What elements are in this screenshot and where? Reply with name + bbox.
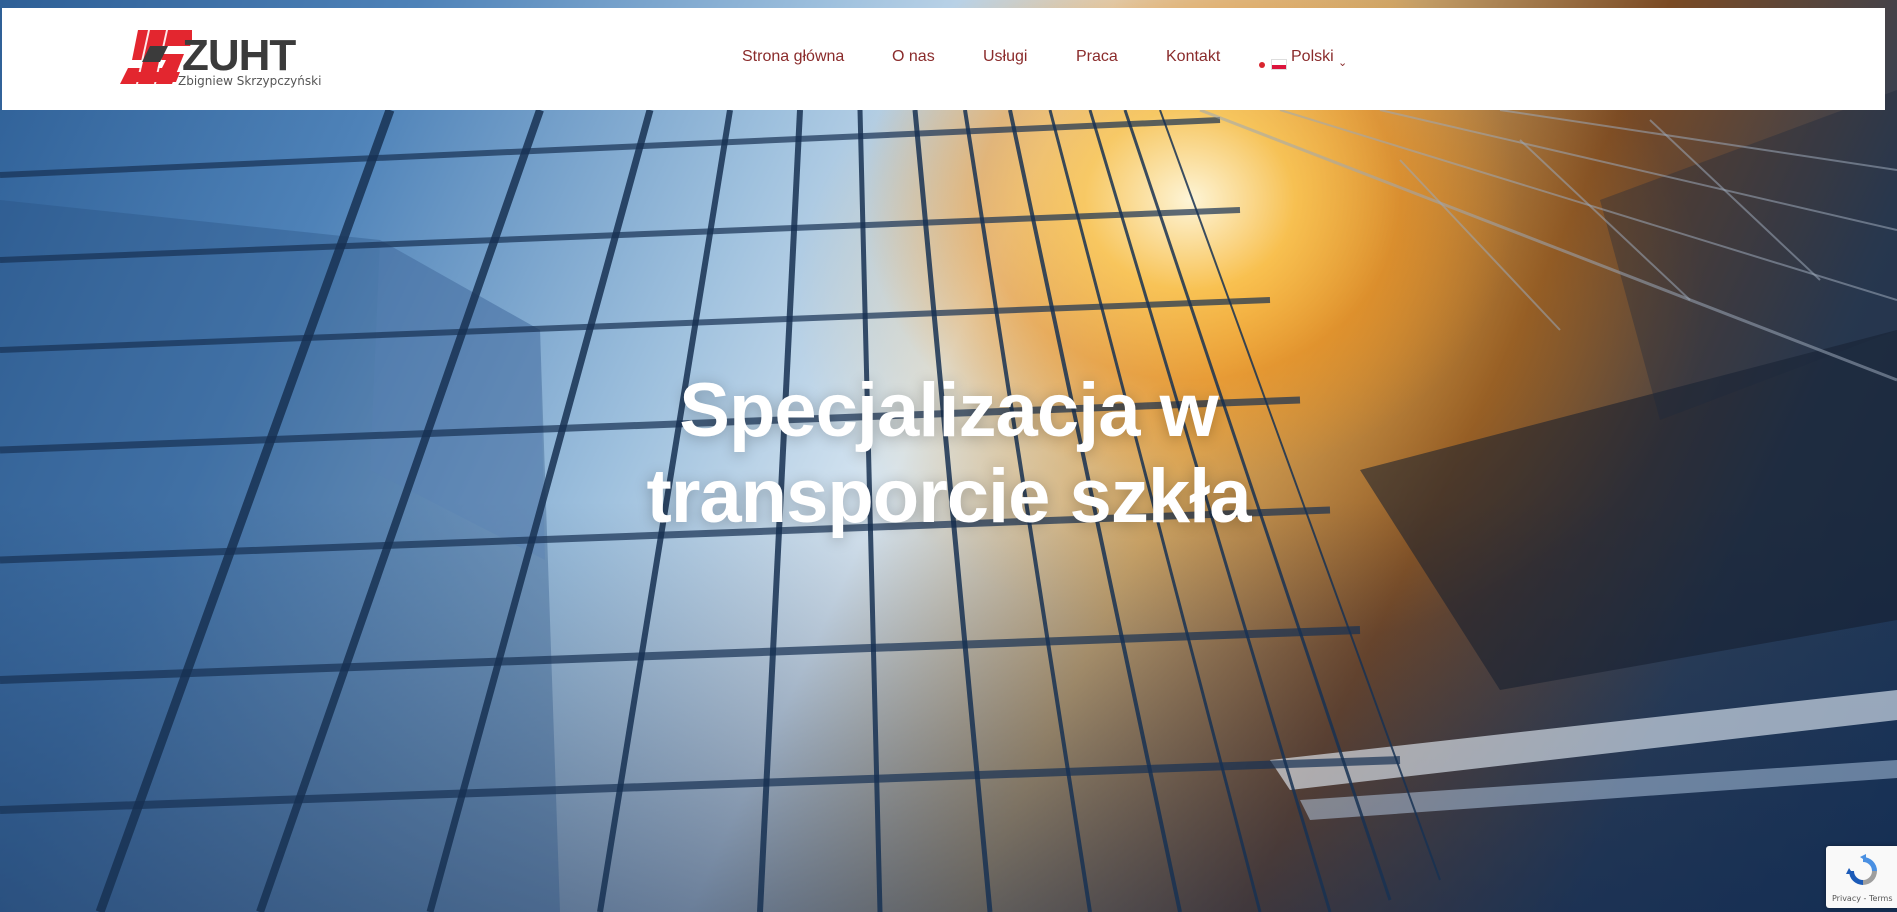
nav-item-jobs[interactable]: Praca xyxy=(1076,48,1118,66)
language-indicator-dot xyxy=(1259,62,1265,68)
logo-wordmark: ZUHT xyxy=(182,31,296,80)
recaptcha-links[interactable]: Privacy - Terms xyxy=(1832,894,1893,903)
logo-subtitle: Zbigniew Skrzypczyński xyxy=(178,74,322,88)
nav-item-home[interactable]: Strona główna xyxy=(742,48,844,66)
nav-item-contact[interactable]: Kontakt xyxy=(1166,48,1220,66)
hero-title-line-2: transporcie szkła xyxy=(646,454,1252,539)
nav-item-about[interactable]: O nas xyxy=(892,48,935,66)
chevron-down-icon[interactable]: ⌄ xyxy=(1338,56,1347,69)
language-switcher[interactable]: Polski xyxy=(1291,48,1334,66)
site-logo[interactable]: ZUHT Zbigniew Skrzypczyński xyxy=(120,28,322,100)
recaptcha-badge[interactable]: Privacy - Terms xyxy=(1826,846,1897,908)
site-header: ZUHT Zbigniew Skrzypczyński Strona główn… xyxy=(2,8,1885,110)
hero-banner: Specjalizacja w transporcie szkła xyxy=(0,0,1897,912)
poland-flag-icon[interactable] xyxy=(1271,59,1287,70)
recaptcha-icon xyxy=(1846,854,1877,885)
nav-item-services[interactable]: Usługi xyxy=(983,48,1027,66)
hero-title-line-1: Specjalizacja w xyxy=(679,368,1218,453)
hero-title: Specjalizacja w transporcie szkła xyxy=(0,368,1897,540)
